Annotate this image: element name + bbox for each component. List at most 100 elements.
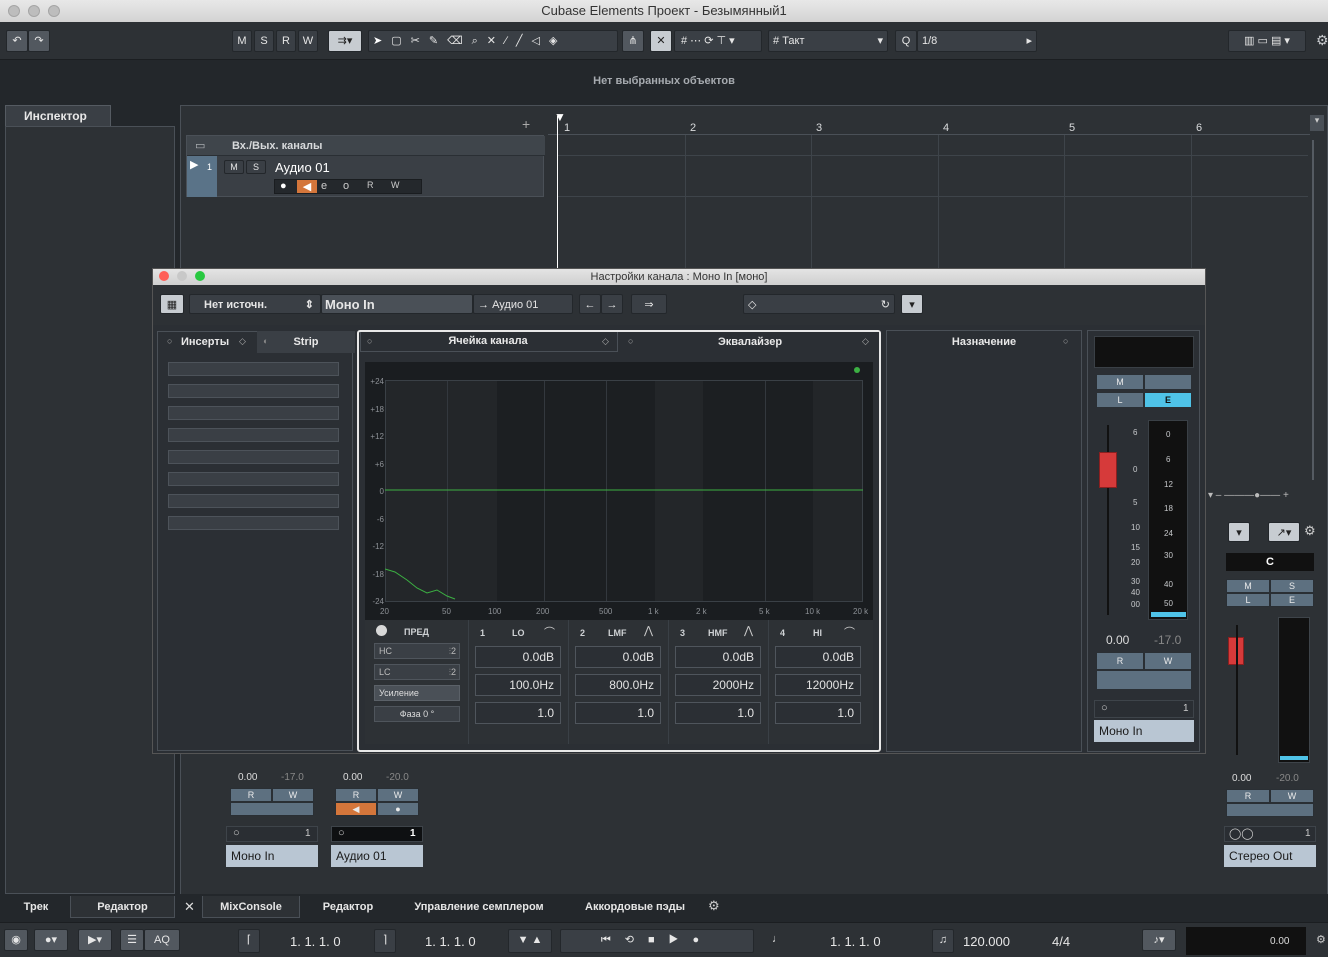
object-select-icon[interactable]: ➤ — [373, 35, 391, 47]
automation-mode-button[interactable]: ⇉▾ — [328, 30, 362, 52]
band-1-freq[interactable]: 100.0Hz — [475, 674, 561, 696]
channel-1-name[interactable]: Моно In — [226, 845, 318, 867]
insert-slot[interactable] — [168, 428, 339, 442]
dialog-edit-button[interactable]: E — [1144, 392, 1192, 408]
band-3-gain[interactable]: 0.0dB — [675, 646, 761, 668]
preset-menu-button[interactable]: ▾ — [901, 294, 923, 314]
tab-sampler-control[interactable]: Управление семплером — [400, 896, 558, 918]
insert-slot[interactable] — [168, 384, 339, 398]
dialog-fader-handle[interactable] — [1099, 452, 1117, 488]
hc-filter[interactable]: HC ⫶2 — [374, 643, 460, 659]
dialog-routing[interactable]: ○ 1 — [1094, 700, 1194, 718]
channel-2-record-button[interactable]: ● — [377, 802, 419, 816]
gain-slider[interactable]: Усиление — [374, 685, 460, 701]
toolbar-s-button[interactable]: S — [254, 30, 274, 52]
erase-icon[interactable]: ⌫ — [447, 35, 472, 47]
band-2-freq[interactable]: 800.0Hz — [575, 674, 661, 696]
insert-slot[interactable] — [168, 406, 339, 420]
tempo-track-icon[interactable]: ♫ — [932, 929, 954, 953]
stereo-out-routing[interactable]: ◯◯ 1 — [1224, 826, 1316, 842]
channel-2-volume[interactable]: 0.00 — [343, 772, 362, 783]
sends-bypass-icon[interactable]: ○ — [1063, 336, 1068, 346]
track-mute-button[interactable]: M — [224, 160, 244, 174]
insert-slot[interactable] — [168, 362, 339, 376]
record-icon[interactable]: ● — [692, 934, 713, 946]
stereo-out-solo-button[interactable]: S — [1270, 579, 1314, 593]
insert-slot[interactable] — [168, 472, 339, 486]
band-3-freq[interactable]: 2000Hz — [675, 674, 761, 696]
band-4-freq[interactable]: 12000Hz — [775, 674, 861, 696]
strip-header[interactable]: Strip — [257, 331, 355, 353]
tool-palette[interactable]: ➤▢✂✎⌫⌕✕∕╱◁◈ — [368, 30, 618, 52]
eq-preset-icon[interactable]: ◇ — [862, 336, 869, 347]
track-expand-icon[interactable]: ▶ — [190, 158, 198, 171]
close-window-button[interactable] — [8, 5, 20, 17]
toolbar-r-button[interactable]: R — [276, 30, 296, 52]
range-select-icon[interactable]: ▢ — [391, 35, 410, 47]
autoscroll-button[interactable]: ⋔ — [622, 30, 644, 52]
add-track-icon[interactable]: + — [522, 116, 530, 132]
layout-toggle-icon[interactable]: ▦ — [160, 294, 184, 314]
right-locator-value[interactable]: 1. 1. 1. 0 — [425, 934, 476, 949]
stop-icon[interactable]: ■ — [648, 934, 669, 946]
settings-gear-icon[interactable]: ⚙ — [1316, 32, 1328, 49]
click-level-value[interactable]: 0.00 — [1270, 936, 1289, 947]
go-to-right-locator-icon[interactable]: ⌉ — [374, 929, 396, 953]
record-mode-button[interactable]: ●▾ — [34, 929, 68, 951]
stereo-out-edit-button[interactable]: E — [1270, 593, 1314, 607]
channel-1-write-button[interactable]: W — [272, 788, 314, 802]
channel-1-read-button[interactable]: R — [230, 788, 272, 802]
undo-button[interactable]: ↶ — [6, 30, 28, 52]
channel-2-monitor-button[interactable]: ◀ — [335, 802, 377, 816]
toolbar-w-button[interactable]: W — [298, 30, 318, 52]
minimize-dialog-button[interactable] — [177, 271, 187, 281]
record-enable-icon[interactable]: ● — [280, 180, 287, 192]
tab-editor-left[interactable]: Редактор — [70, 896, 175, 918]
transport-settings-icon[interactable]: ⚙ — [1316, 933, 1326, 946]
metronome-button[interactable]: ♪▾ — [1142, 929, 1176, 951]
stereo-out-read-button[interactable]: R — [1226, 789, 1270, 803]
ruler-menu-icon[interactable]: ▾ — [1310, 115, 1324, 131]
dialog-channel-name[interactable]: Моно In — [1094, 720, 1194, 742]
inserts-bypass-icon[interactable]: ○ — [167, 336, 172, 346]
vertical-zoom-slider[interactable] — [1312, 140, 1314, 480]
tab-chord-pads[interactable]: Аккордовые пэды — [570, 896, 700, 918]
channel-1-volume[interactable]: 0.00 — [238, 772, 257, 783]
lock-icon[interactable]: o — [343, 180, 349, 192]
inserts-preset-icon[interactable]: ◇ — [239, 336, 246, 347]
tempo-value[interactable]: 120.000 — [963, 934, 1010, 949]
auto-quantize-button[interactable]: AQ — [144, 929, 180, 951]
sends-header[interactable]: Назначение — [886, 331, 1082, 353]
pan-display[interactable]: C — [1226, 553, 1314, 571]
cycle-icon[interactable]: ⟲ — [625, 934, 648, 946]
cycle-mode-button[interactable]: ▶▾ — [78, 929, 112, 951]
tab-track[interactable]: Трек — [5, 896, 67, 918]
dialog-solo-button[interactable] — [1144, 374, 1192, 390]
mute-icon[interactable]: ✕ — [487, 35, 505, 47]
track-solo-button[interactable]: S — [246, 160, 266, 174]
close-dialog-button[interactable] — [159, 271, 169, 281]
insert-slot[interactable] — [168, 516, 339, 530]
horizontal-zoom-slider[interactable]: ▾ ‒ ———●—— + — [1208, 490, 1289, 501]
time-format-icon[interactable]: ♩ — [772, 933, 783, 945]
channel-picture-slot[interactable] — [1094, 336, 1194, 368]
stereo-out-name[interactable]: Стерео Out — [1224, 845, 1316, 867]
peak-filter-icon[interactable]: ⋀ — [644, 624, 653, 637]
zoom-dialog-button[interactable] — [195, 271, 205, 281]
eq-bypass-icon[interactable]: ○ — [628, 336, 633, 346]
band-1-q[interactable]: 1.0 — [475, 702, 561, 724]
channel-2-read-button[interactable]: R — [335, 788, 377, 802]
rewind-icon[interactable]: ⏮ — [601, 934, 625, 946]
zoom-window-button[interactable] — [48, 5, 60, 17]
stereo-out-route-button[interactable]: ↗▾ — [1268, 522, 1300, 542]
track-write-button[interactable]: W — [391, 180, 400, 190]
band-4-gain[interactable]: 0.0dB — [775, 646, 861, 668]
dialog-volume-value[interactable]: 0.00 — [1106, 633, 1129, 647]
stereo-out-volume[interactable]: 0.00 — [1232, 773, 1251, 784]
monitor-icon[interactable]: ◀ — [297, 180, 317, 193]
insert-slot[interactable] — [168, 494, 339, 508]
line-icon[interactable]: ╱ — [516, 35, 532, 47]
tab-editor[interactable]: Редактор — [308, 896, 388, 918]
input-source-select[interactable]: Нет источн. ⇕ — [189, 294, 321, 314]
strip-bypass-icon[interactable]: ◐ — [263, 336, 268, 346]
